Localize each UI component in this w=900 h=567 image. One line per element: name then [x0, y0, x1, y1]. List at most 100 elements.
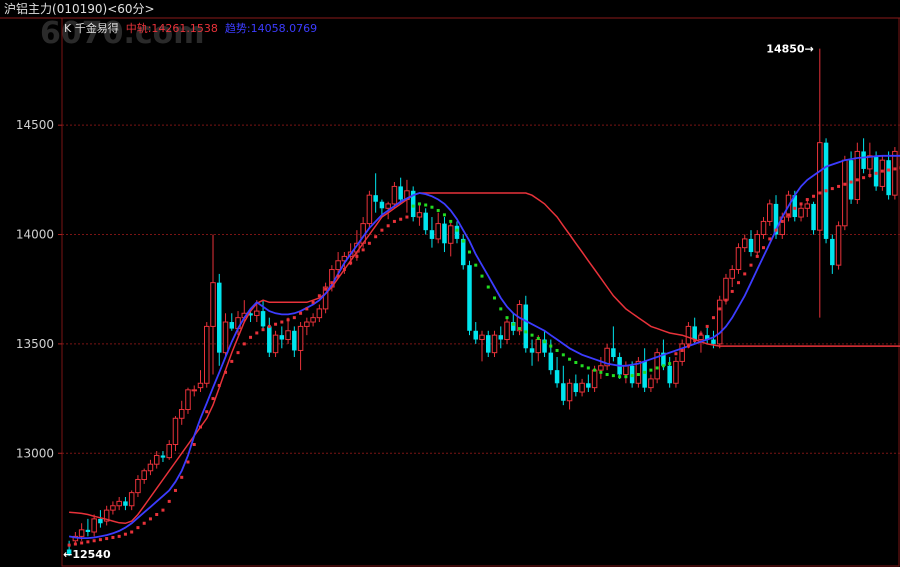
stop-marker	[86, 540, 90, 544]
candle-down	[373, 195, 378, 202]
candle-up	[172, 417, 179, 446]
stop-marker	[655, 366, 659, 370]
candle-down	[423, 212, 428, 231]
candle-up	[598, 365, 604, 371]
k-label: K	[64, 22, 72, 35]
candle-up	[879, 159, 886, 187]
stop-marker	[123, 532, 127, 536]
stop-marker	[518, 327, 522, 331]
stop-marker	[593, 368, 597, 372]
candle-up	[153, 454, 160, 465]
stop-marker	[105, 537, 109, 541]
stop-marker	[286, 318, 290, 322]
stop-marker	[267, 324, 271, 328]
stop-marker	[493, 296, 497, 300]
stop-marker	[693, 339, 697, 343]
candle-down	[886, 160, 891, 196]
stop-marker	[887, 168, 891, 172]
candlestick-chart[interactable]: 13000 13500 14000 14500 14850→ ←12540	[0, 0, 900, 567]
stop-marker	[349, 261, 353, 265]
stop-marker	[374, 235, 378, 239]
candle-down	[573, 383, 579, 393]
y-tick-label: 13000	[16, 446, 54, 460]
candle-down	[498, 335, 504, 340]
y-tick-label: 14500	[16, 118, 54, 132]
annotation-high: 14850→	[766, 43, 814, 56]
candle-up	[310, 317, 316, 323]
candle-down	[529, 348, 535, 353]
stop-marker	[474, 263, 478, 267]
stop-marker	[461, 239, 465, 243]
candle-down	[523, 304, 529, 349]
stop-marker	[724, 298, 728, 302]
stop-marker	[762, 246, 766, 250]
candle-up	[729, 269, 735, 279]
stop-marker	[868, 173, 872, 177]
stop-marker	[730, 289, 734, 293]
stop-marker	[342, 268, 346, 272]
stop-marker	[768, 237, 772, 241]
indicator-legend: K 千金易得 中轨:14261.1538 趋势:14058.0769	[64, 22, 317, 36]
candle-down	[454, 225, 460, 239]
stop-marker	[880, 169, 884, 173]
stop-marker	[305, 307, 309, 311]
stop-marker	[824, 189, 828, 193]
stop-marker	[499, 307, 503, 311]
candle-down	[160, 455, 166, 458]
candle-down	[848, 160, 854, 200]
stop-marker	[649, 368, 653, 372]
candle-up	[591, 369, 598, 389]
stop-marker	[855, 178, 859, 182]
stop-marker	[411, 204, 415, 208]
stop-marker	[686, 344, 690, 348]
stop-marker	[599, 370, 603, 374]
candle-down	[229, 322, 235, 329]
stop-marker	[636, 373, 640, 377]
stop-marker	[680, 348, 684, 352]
stop-marker	[736, 281, 740, 285]
candle-up	[842, 159, 848, 227]
stop-marker	[98, 538, 102, 542]
stop-marker	[405, 215, 409, 219]
candle-up	[479, 334, 485, 341]
candle-up	[78, 529, 85, 537]
candle-up	[197, 382, 204, 389]
mid-track-value: 中轨:14261.1538	[125, 22, 218, 35]
candle-down	[267, 326, 272, 353]
stop-marker	[699, 332, 703, 336]
stop-marker	[812, 194, 816, 198]
stop-marker	[543, 340, 547, 344]
candle-down	[442, 223, 447, 244]
candle-down	[711, 339, 716, 344]
candle-up	[185, 389, 191, 411]
stop-marker	[399, 217, 403, 221]
stop-marker	[361, 248, 365, 252]
candle-up	[817, 142, 823, 231]
candle-up	[566, 382, 573, 402]
candle-down	[554, 370, 560, 384]
stop-marker	[249, 335, 253, 339]
candle-up	[491, 334, 498, 354]
candle-up	[723, 277, 729, 301]
stop-marker	[436, 208, 440, 212]
stop-marker	[230, 359, 234, 363]
stop-marker	[236, 351, 240, 355]
stop-marker	[92, 539, 96, 543]
stop-marker	[130, 530, 134, 534]
stop-marker	[336, 274, 340, 278]
stop-marker	[630, 374, 634, 378]
stop-marker	[255, 331, 259, 335]
stop-marker	[661, 364, 665, 368]
candle-up	[203, 325, 210, 384]
candle-up	[222, 321, 229, 354]
stop-marker	[173, 488, 177, 492]
candle-down	[642, 361, 647, 388]
stop-marker	[705, 324, 709, 328]
stop-marker	[530, 333, 534, 337]
stop-marker	[818, 191, 822, 195]
stop-marker	[505, 316, 509, 320]
stop-marker	[830, 187, 834, 191]
candle-up	[116, 500, 122, 507]
stop-marker	[449, 219, 453, 223]
stop-marker	[367, 241, 371, 245]
